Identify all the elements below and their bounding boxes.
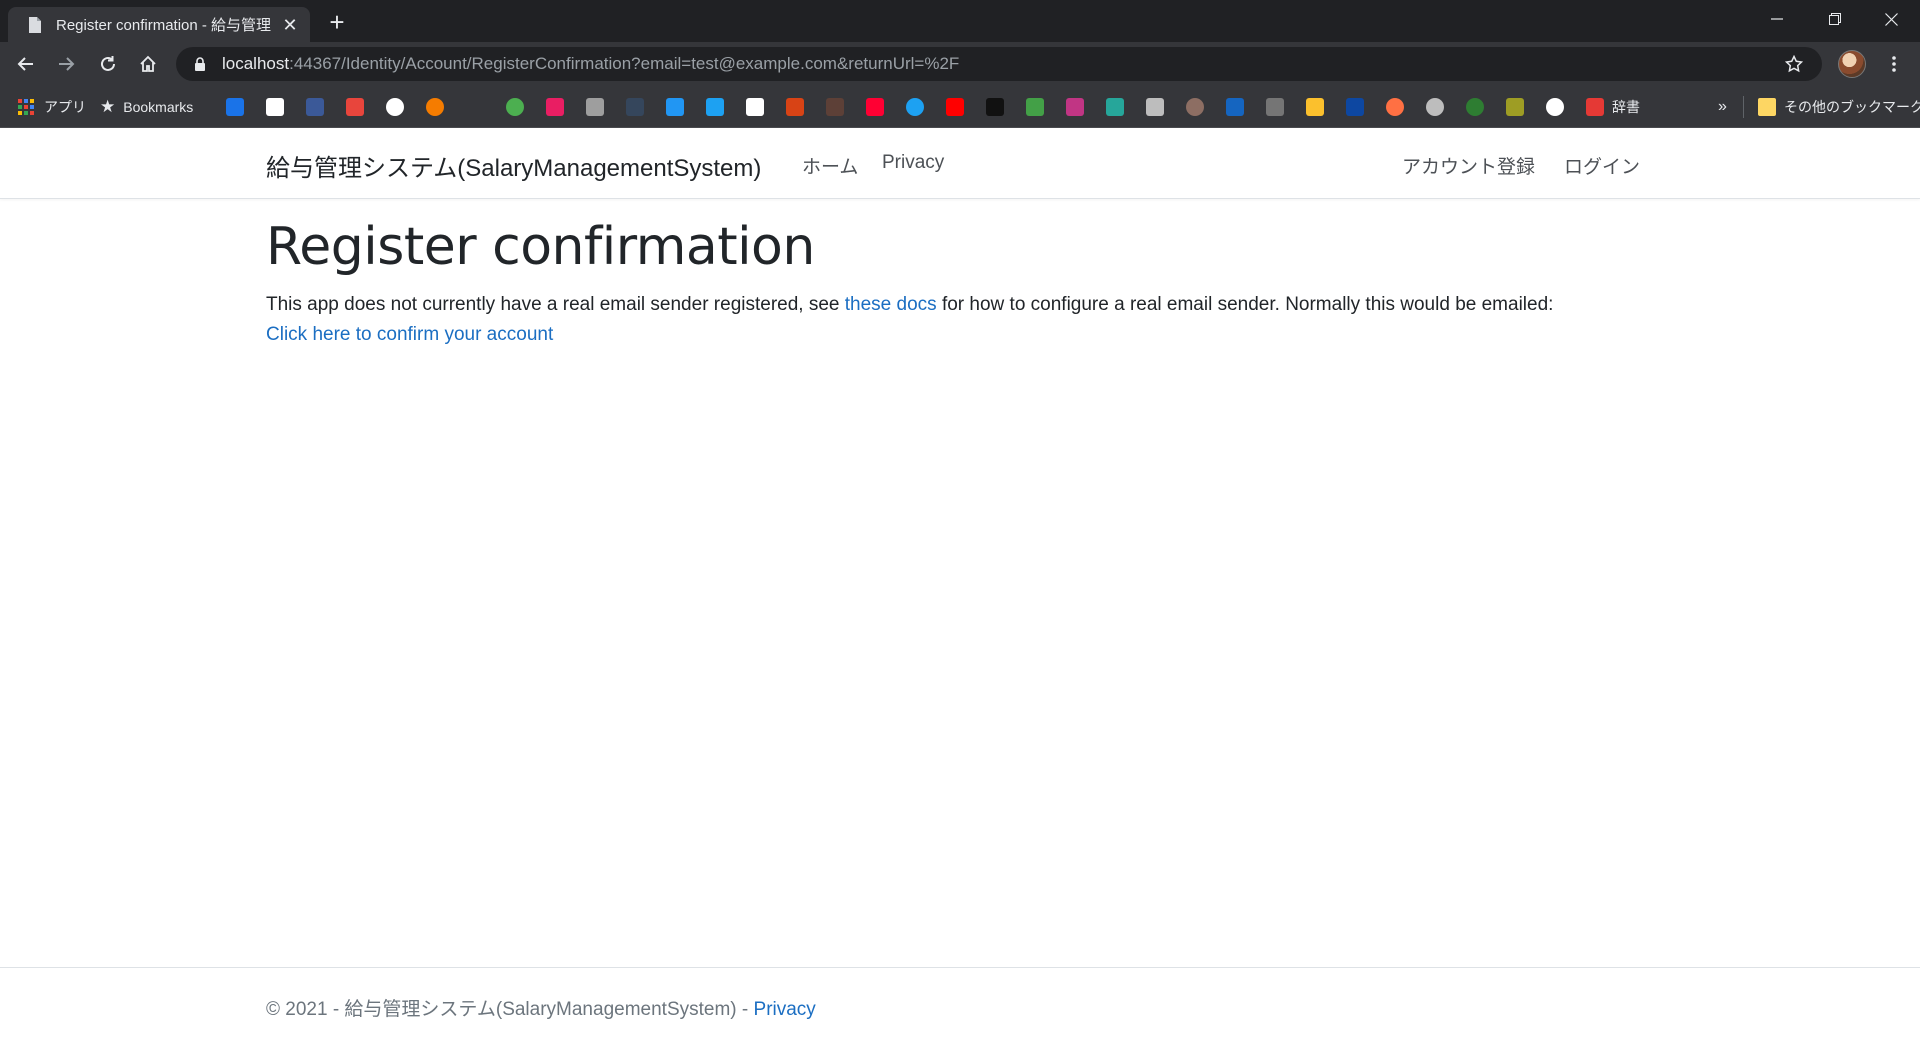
nav-home[interactable]: ホーム [802, 152, 858, 179]
nav-login[interactable]: ログイン [1564, 152, 1640, 179]
bookmark-dictionary[interactable]: 辞書 [1586, 86, 1640, 128]
site-navbar: 給与管理システム(SalaryManagementSystem) ホーム Pri… [0, 128, 1920, 199]
url-path: :44367/Identity/Account/RegisterConfirma… [289, 54, 960, 73]
home-icon[interactable] [132, 48, 164, 80]
facebook-icon[interactable] [306, 98, 324, 116]
more-menu-icon[interactable] [1880, 50, 1908, 78]
message-text-after: for how to configure a real email sender… [936, 294, 1554, 316]
bookmark-pulse-icon[interactable] [1106, 98, 1124, 116]
close-window-icon[interactable] [1862, 0, 1920, 38]
reload-icon[interactable] [92, 48, 124, 80]
nav-privacy[interactable]: Privacy [882, 152, 944, 174]
new-tab-button[interactable]: + [322, 8, 352, 38]
bookmark-search-icon[interactable] [1426, 98, 1444, 116]
bookmark-apps[interactable]: アプリ [18, 86, 86, 128]
dictionary-icon [1586, 98, 1604, 116]
star-icon: ★ [100, 97, 116, 116]
bookmark-f-icon[interactable] [346, 98, 364, 116]
evernote-icon[interactable] [1466, 98, 1484, 116]
main-content: Register confirmation This app does not … [266, 216, 1656, 350]
browser-toolbar: localhost:44367/Identity/Account/Registe… [0, 42, 1920, 86]
bookmark-doc-icon[interactable] [586, 98, 604, 116]
bookmark-bookmarks[interactable]: ★ Bookmarks [100, 86, 193, 128]
back-arrow-icon[interactable] [10, 48, 42, 80]
bookmark-w-icon[interactable] [786, 98, 804, 116]
youtube-icon[interactable] [946, 98, 964, 116]
close-tab-icon[interactable]: ✕ [280, 15, 300, 35]
url-text: localhost:44367/Identity/Account/Registe… [222, 54, 959, 74]
bookmark-green-icon[interactable] [506, 98, 524, 116]
bookmark-chat-icon[interactable] [666, 98, 684, 116]
folder-icon [1758, 98, 1776, 116]
minimize-icon[interactable] [1748, 0, 1806, 38]
bookmark-g-icon[interactable] [426, 98, 444, 116]
bookmark-t-icon[interactable] [706, 98, 724, 116]
profile-avatar[interactable] [1838, 50, 1866, 78]
bookmark-bug-icon[interactable] [826, 98, 844, 116]
amazon-icon[interactable] [266, 98, 284, 116]
bookmark-com-icon[interactable] [1226, 98, 1244, 116]
address-bar[interactable]: localhost:44367/Identity/Account/Registe… [176, 47, 1822, 81]
apps-grid-icon [18, 99, 34, 115]
confirmation-message: This app does not currently have a real … [266, 290, 1656, 350]
bookmark-mq-icon[interactable] [1146, 98, 1164, 116]
bookmarks-divider [1743, 96, 1744, 118]
yahoo-icon[interactable] [866, 98, 884, 116]
bookmarks-bar: アプリ ★ Bookmarks 辞書 » その他のブックマーク [0, 86, 1920, 128]
google-icon[interactable] [386, 98, 404, 116]
page-icon [26, 16, 44, 34]
bookmark-orange-icon[interactable] [1386, 98, 1404, 116]
bookmark-gray-icon[interactable] [1266, 98, 1284, 116]
tab-title: Register confirmation - 給与管理 [56, 17, 272, 34]
restore-icon[interactable] [1806, 0, 1864, 38]
page-title: Register confirmation [266, 217, 815, 277]
instagram-icon[interactable] [1066, 98, 1084, 116]
footer-copyright: © 2021 - 給与管理システム(SalaryManagementSystem… [266, 999, 754, 1020]
github-icon[interactable] [1546, 98, 1564, 116]
browser-tab-strip: Register confirmation - 給与管理 ✕ + [0, 0, 1920, 42]
footer-privacy-link[interactable]: Privacy [754, 999, 816, 1020]
bookmark-blue-icon[interactable] [1346, 98, 1364, 116]
bookmark-p-icon[interactable] [546, 98, 564, 116]
bookmark-star-icon[interactable] [1784, 54, 1804, 74]
bookmark-black-icon[interactable] [986, 98, 1004, 116]
tumblr-icon[interactable] [626, 98, 644, 116]
other-bookmarks-folder[interactable]: その他のブックマーク [1758, 86, 1920, 128]
confirm-account-link[interactable]: Click here to confirm your account [266, 324, 553, 345]
bookmark-leaf-icon[interactable] [1026, 98, 1044, 116]
site-footer: © 2021 - 給与管理システム(SalaryManagementSystem… [0, 967, 1920, 1042]
bookmark-music-icon[interactable] [1306, 98, 1324, 116]
site-brand[interactable]: 給与管理システム(SalaryManagementSystem) [266, 148, 761, 183]
nav-register[interactable]: アカウント登録 [1402, 152, 1535, 179]
footer-text: © 2021 - 給与管理システム(SalaryManagementSystem… [266, 994, 816, 1021]
forward-arrow-icon[interactable] [50, 48, 82, 80]
bookmark-brown-icon[interactable] [1186, 98, 1204, 116]
wikipedia-icon[interactable] [746, 98, 764, 116]
browser-tab-active[interactable]: Register confirmation - 給与管理 ✕ [8, 7, 310, 42]
bookmark-a-icon[interactable] [226, 98, 244, 116]
message-text-before: This app does not currently have a real … [266, 294, 845, 316]
bookmarks-overflow-button[interactable]: » [1718, 86, 1727, 128]
lock-icon[interactable] [190, 54, 210, 74]
docs-link[interactable]: these docs [845, 294, 937, 315]
bookmark-bars-icon[interactable] [1506, 98, 1524, 116]
url-host: localhost [222, 54, 290, 73]
twitter-icon[interactable] [906, 98, 924, 116]
